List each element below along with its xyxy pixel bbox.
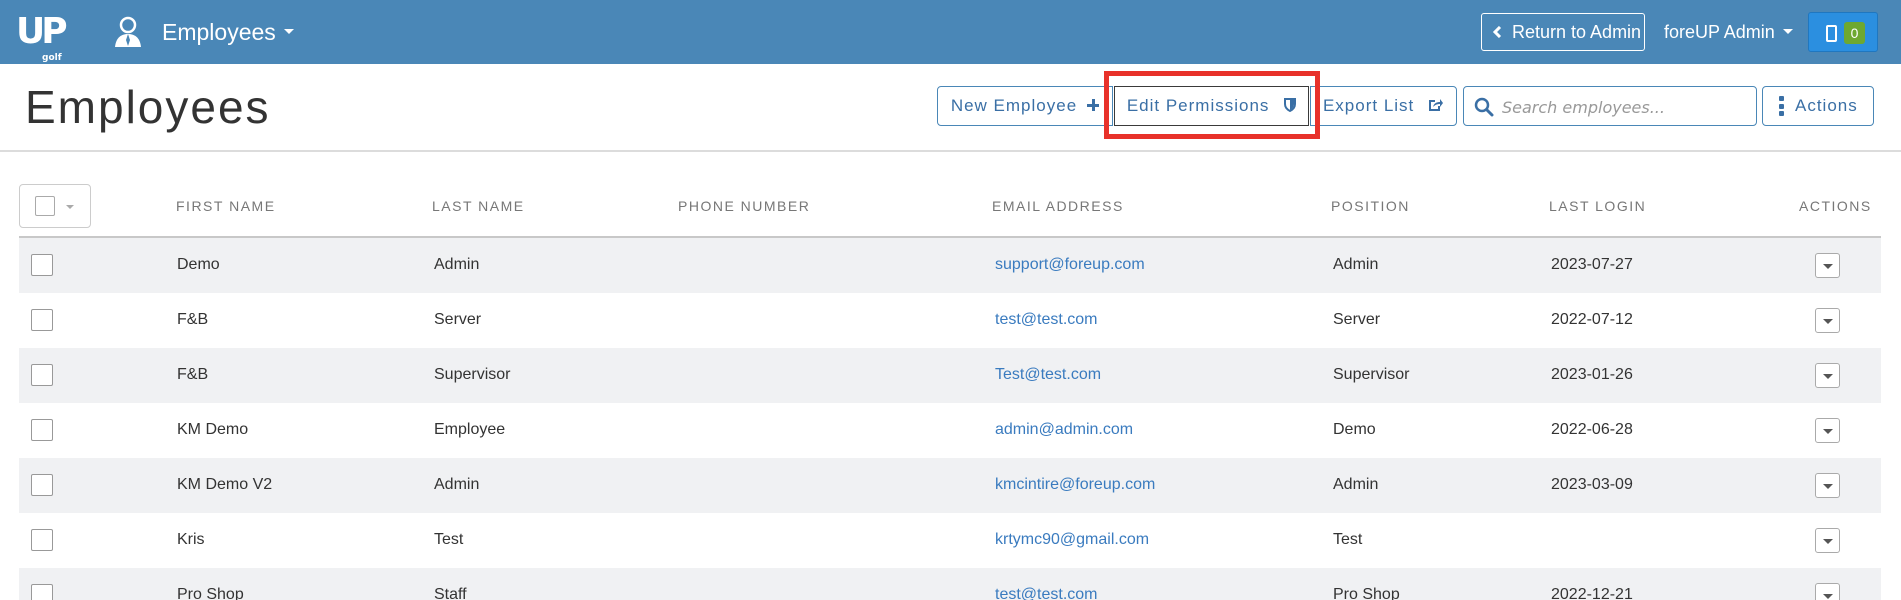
email-link[interactable]: kmcintire@foreup.com [995, 475, 1155, 495]
position-cell: Admin [1333, 476, 1379, 493]
row-checkbox[interactable] [31, 474, 53, 496]
last-name-cell: Staff [434, 586, 467, 600]
row-actions-dropdown[interactable] [1815, 528, 1840, 553]
email-link[interactable]: admin@admin.com [995, 420, 1133, 440]
email-link[interactable]: Test@test.com [995, 365, 1101, 385]
plus-icon [1087, 99, 1100, 111]
position-cell: Server [1333, 311, 1381, 328]
table-header: First Name Last Name Phone Number Email … [19, 180, 1881, 238]
column-header-last-login[interactable]: Last Login [1549, 196, 1646, 216]
table-row[interactable]: F&B Supervisor Test@test.com Supervisor … [19, 348, 1881, 403]
chevron-down-icon [283, 29, 294, 35]
column-header-last-name[interactable]: Last Name [432, 196, 525, 216]
search-employees-input[interactable] [1502, 93, 1747, 121]
first-name-cell: F&B [177, 311, 209, 328]
row-checkbox[interactable] [31, 309, 53, 331]
email-link[interactable]: krtymc90@gmail.com [995, 530, 1149, 550]
last-login-cell: 2023-01-26 [1551, 366, 1633, 383]
mobile-phone-icon [1826, 25, 1837, 42]
chevron-left-icon [1492, 26, 1502, 38]
row-actions-dropdown[interactable] [1815, 473, 1840, 498]
row-actions-dropdown[interactable] [1815, 418, 1840, 443]
select-all-checkbox[interactable] [35, 196, 55, 216]
table-row[interactable]: F&B Server test@test.com Server 2022-07-… [19, 293, 1881, 348]
device-notifications-button[interactable]: 0 [1808, 12, 1878, 52]
position-cell: Admin [1333, 256, 1379, 273]
user-menu[interactable]: foreUP Admin [1664, 20, 1793, 44]
row-actions-dropdown[interactable] [1815, 583, 1840, 600]
row-checkbox[interactable] [31, 584, 53, 600]
column-header-first-name[interactable]: First Name [176, 196, 276, 216]
column-header-phone-number[interactable]: Phone Number [678, 196, 810, 216]
module-switcher[interactable]: Employees [162, 18, 294, 46]
position-cell: Demo [1333, 421, 1376, 438]
vertical-dots-icon [1779, 96, 1784, 116]
first-name-cell: KM Demo [177, 421, 249, 438]
return-to-admin-button[interactable]: Return to Admin [1481, 13, 1645, 51]
new-employee-button[interactable]: New Employee [937, 86, 1113, 126]
top-navbar: UP golf Employees Return to Admin foreUP … [0, 0, 1901, 64]
position-cell: Pro Shop [1333, 586, 1400, 600]
first-name-cell: Demo [177, 256, 220, 273]
table-row[interactable]: KM Demo V2 Admin kmcintire@foreup.com Ad… [19, 458, 1881, 513]
row-actions-dropdown[interactable] [1815, 363, 1840, 388]
last-login-cell: 2023-07-27 [1551, 256, 1633, 273]
table-row[interactable]: Pro Shop Staff test@test.com Pro Shop 20… [19, 568, 1881, 600]
share-export-icon [1429, 99, 1444, 111]
last-login-cell: 2023-03-09 [1551, 476, 1633, 493]
email-link[interactable]: test@test.com [995, 585, 1098, 600]
last-login-cell: 2022-06-28 [1551, 421, 1633, 438]
column-header-email-address[interactable]: Email Address [992, 196, 1124, 216]
row-checkbox[interactable] [31, 254, 53, 276]
first-name-cell: F&B [177, 366, 209, 383]
row-checkbox[interactable] [31, 419, 53, 441]
last-name-cell: Employee [434, 421, 506, 438]
page-title: Employees [25, 81, 271, 133]
email-link[interactable]: test@test.com [995, 310, 1098, 330]
last-name-cell: Admin [434, 476, 480, 493]
column-header-position[interactable]: Position [1331, 196, 1410, 216]
export-list-button[interactable]: Export List [1310, 86, 1457, 126]
notification-badge: 0 [1844, 22, 1865, 44]
last-name-cell: Supervisor [434, 366, 511, 383]
table-row[interactable]: Kris Test krtymc90@gmail.com Test [19, 513, 1881, 568]
first-name-cell: Pro Shop [177, 586, 244, 600]
last-name-cell: Server [434, 311, 482, 328]
table-row[interactable]: KM Demo Employee admin@admin.com Demo 20… [19, 403, 1881, 458]
table-row[interactable]: Demo Admin support@foreup.com Admin 2023… [19, 238, 1881, 293]
header-divider [0, 150, 1901, 152]
employee-icon [115, 16, 141, 47]
foreup-logo[interactable]: UP golf [16, 12, 68, 64]
row-actions-dropdown[interactable] [1815, 308, 1840, 333]
highlight-box [1104, 71, 1320, 139]
row-checkbox[interactable] [31, 364, 53, 386]
chevron-down-icon [1782, 28, 1793, 34]
employees-table: First Name Last Name Phone Number Email … [19, 180, 1881, 600]
search-icon [1474, 97, 1494, 117]
email-link[interactable]: support@foreup.com [995, 255, 1145, 275]
search-box [1463, 86, 1757, 126]
chevron-down-icon [66, 205, 74, 209]
first-name-cell: Kris [177, 531, 205, 548]
last-login-cell: 2022-07-12 [1551, 311, 1633, 328]
actions-button[interactable]: Actions [1762, 86, 1874, 126]
row-actions-dropdown[interactable] [1815, 253, 1840, 278]
position-cell: Supervisor [1333, 366, 1410, 383]
select-all-dropdown[interactable] [19, 184, 91, 228]
column-header-actions: Actions [1799, 198, 1872, 214]
last-name-cell: Test [434, 531, 464, 548]
position-cell: Test [1333, 531, 1363, 548]
first-name-cell: KM Demo V2 [177, 476, 273, 493]
row-checkbox[interactable] [31, 529, 53, 551]
last-login-cell: 2022-12-21 [1551, 586, 1633, 600]
last-name-cell: Admin [434, 256, 480, 273]
